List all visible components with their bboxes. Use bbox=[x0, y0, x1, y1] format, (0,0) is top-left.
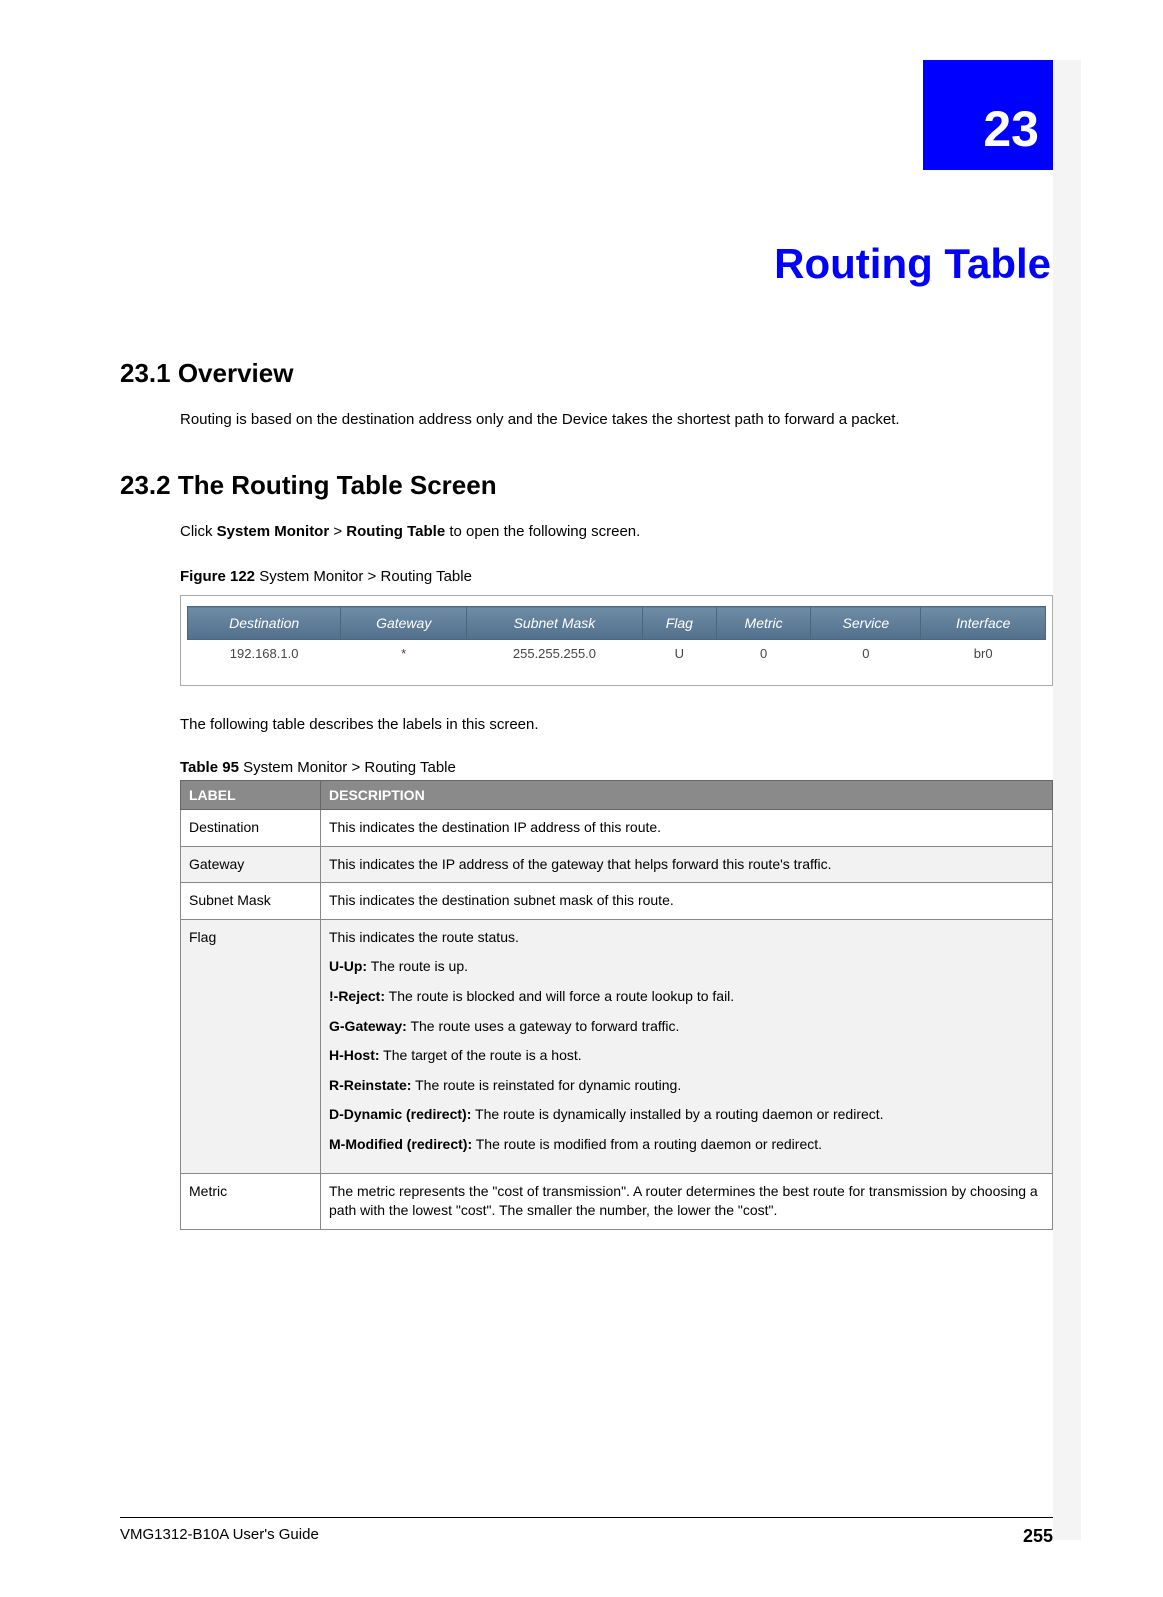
desc-text: The metric represents the "cost of trans… bbox=[321, 1173, 1053, 1229]
footer-page-number: 255 bbox=[1023, 1526, 1053, 1547]
description-table: LABEL DESCRIPTION Destination This indic… bbox=[180, 780, 1053, 1230]
cell-destination: 192.168.1.0 bbox=[188, 640, 341, 668]
col-flag: Flag bbox=[642, 607, 716, 640]
after-figure-text: The following table describes the labels… bbox=[180, 714, 1053, 735]
table-header-row: Destination Gateway Subnet Mask Flag Met… bbox=[188, 607, 1046, 640]
flag-intro: This indicates the route status. bbox=[329, 928, 1044, 948]
page-footer: VMG1312-B10A User's Guide 255 bbox=[120, 1517, 1053, 1547]
desc-label: Metric bbox=[181, 1173, 321, 1229]
chapter-number: 23 bbox=[983, 100, 1039, 158]
desc-label: Destination bbox=[181, 810, 321, 847]
desc-header-row: LABEL DESCRIPTION bbox=[181, 781, 1053, 810]
flag-reinstate: R-Reinstate: The route is reinstated for… bbox=[329, 1076, 1044, 1096]
flag-modified: M-Modified (redirect): The route is modi… bbox=[329, 1135, 1044, 1155]
table-caption-text: System Monitor > Routing Table bbox=[239, 759, 456, 776]
cell-metric: 0 bbox=[716, 640, 810, 668]
flag-host: H-Host: The target of the route is a hos… bbox=[329, 1046, 1044, 1066]
cell-gateway: * bbox=[341, 640, 467, 668]
routing-table-grid: Destination Gateway Subnet Mask Flag Met… bbox=[187, 606, 1046, 667]
intro-bold1: System Monitor bbox=[217, 523, 330, 540]
intro-bold2: Routing Table bbox=[346, 523, 445, 540]
flag-u-up: U-Up: The route is up. bbox=[329, 957, 1044, 977]
desc-text-flag: This indicates the route status. U-Up: T… bbox=[321, 919, 1053, 1173]
cell-flag: U bbox=[642, 640, 716, 668]
routing-table-screenshot: Destination Gateway Subnet Mask Flag Met… bbox=[180, 595, 1053, 686]
section-heading-routing-table: 23.2 The Routing Table Screen bbox=[120, 470, 1053, 501]
desc-text: This indicates the destination IP addres… bbox=[321, 810, 1053, 847]
section-heading-overview: 23.1 Overview bbox=[120, 358, 1053, 389]
desc-label: Flag bbox=[181, 919, 321, 1173]
routing-table-intro: Click System Monitor > Routing Table to … bbox=[180, 521, 1053, 542]
cell-interface: br0 bbox=[921, 640, 1046, 668]
desc-label: Gateway bbox=[181, 846, 321, 883]
table-caption: Table 95 System Monitor > Routing Table bbox=[180, 759, 1053, 776]
desc-row-subnet-mask: Subnet Mask This indicates the destinati… bbox=[181, 883, 1053, 920]
side-strip bbox=[1053, 60, 1081, 1540]
col-metric: Metric bbox=[716, 607, 810, 640]
table-label: Table 95 bbox=[180, 759, 239, 776]
flag-reject: !-Reject: The route is blocked and will … bbox=[329, 987, 1044, 1007]
desc-text: This indicates the destination subnet ma… bbox=[321, 883, 1053, 920]
desc-label: Subnet Mask bbox=[181, 883, 321, 920]
flag-dynamic: D-Dynamic (redirect): The route is dynam… bbox=[329, 1105, 1044, 1125]
table-row: 192.168.1.0 * 255.255.255.0 U 0 0 br0 bbox=[188, 640, 1046, 668]
desc-row-gateway: Gateway This indicates the IP address of… bbox=[181, 846, 1053, 883]
desc-row-flag: Flag This indicates the route status. U-… bbox=[181, 919, 1053, 1173]
col-gateway: Gateway bbox=[341, 607, 467, 640]
col-destination: Destination bbox=[188, 607, 341, 640]
overview-paragraph: Routing is based on the destination addr… bbox=[180, 409, 1053, 430]
col-subnet-mask: Subnet Mask bbox=[467, 607, 643, 640]
desc-header-label: LABEL bbox=[181, 781, 321, 810]
figure-caption: Figure 122 System Monitor > Routing Tabl… bbox=[180, 568, 1053, 585]
desc-row-destination: Destination This indicates the destinati… bbox=[181, 810, 1053, 847]
desc-text: This indicates the IP address of the gat… bbox=[321, 846, 1053, 883]
desc-row-metric: Metric The metric represents the "cost o… bbox=[181, 1173, 1053, 1229]
intro-mid: > bbox=[329, 523, 346, 540]
cell-subnet-mask: 255.255.255.0 bbox=[467, 640, 643, 668]
chapter-title: Routing Table bbox=[120, 240, 1053, 288]
figure-label: Figure 122 bbox=[180, 568, 255, 585]
intro-suffix: to open the following screen. bbox=[445, 523, 640, 540]
intro-prefix: Click bbox=[180, 523, 217, 540]
chapter-number-tab: 23 bbox=[923, 60, 1053, 170]
col-interface: Interface bbox=[921, 607, 1046, 640]
desc-header-description: DESCRIPTION bbox=[321, 781, 1053, 810]
footer-doc-title: VMG1312-B10A User's Guide bbox=[120, 1526, 319, 1547]
flag-gateway: G-Gateway: The route uses a gateway to f… bbox=[329, 1017, 1044, 1037]
figure-caption-text: System Monitor > Routing Table bbox=[255, 568, 472, 585]
cell-service: 0 bbox=[811, 640, 921, 668]
col-service: Service bbox=[811, 607, 921, 640]
